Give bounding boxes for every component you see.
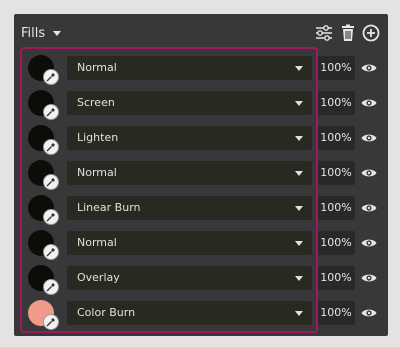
eye-icon[interactable] xyxy=(360,269,378,287)
opacity-field[interactable]: 100% xyxy=(317,161,355,185)
eye-icon[interactable] xyxy=(360,129,378,147)
opacity-field[interactable]: 100% xyxy=(317,126,355,150)
eye-icon[interactable] xyxy=(360,199,378,217)
eye-icon[interactable] xyxy=(360,164,378,182)
eye-icon[interactable] xyxy=(360,304,378,322)
fills-panel: Fills Normal 100% Screen 100% Lighten 10… xyxy=(14,14,388,336)
fills-title: Fills xyxy=(21,25,46,41)
opacity-field[interactable]: 100% xyxy=(317,231,355,255)
opacity-field[interactable]: 100% xyxy=(317,91,355,115)
adjust-sliders-icon[interactable] xyxy=(314,23,334,43)
chevron-down-icon xyxy=(53,30,62,36)
opacity-field[interactable]: 100% xyxy=(317,266,355,290)
eye-icon[interactable] xyxy=(360,234,378,252)
trash-icon[interactable] xyxy=(338,23,358,43)
add-circle-icon[interactable] xyxy=(361,23,381,43)
selection-outline xyxy=(20,47,318,333)
opacity-field[interactable]: 100% xyxy=(317,301,355,325)
opacity-field[interactable]: 100% xyxy=(317,196,355,220)
fills-title-toggle[interactable]: Fills xyxy=(21,25,62,41)
eye-icon[interactable] xyxy=(360,59,378,77)
eye-icon[interactable] xyxy=(360,94,378,112)
opacity-field[interactable]: 100% xyxy=(317,56,355,80)
